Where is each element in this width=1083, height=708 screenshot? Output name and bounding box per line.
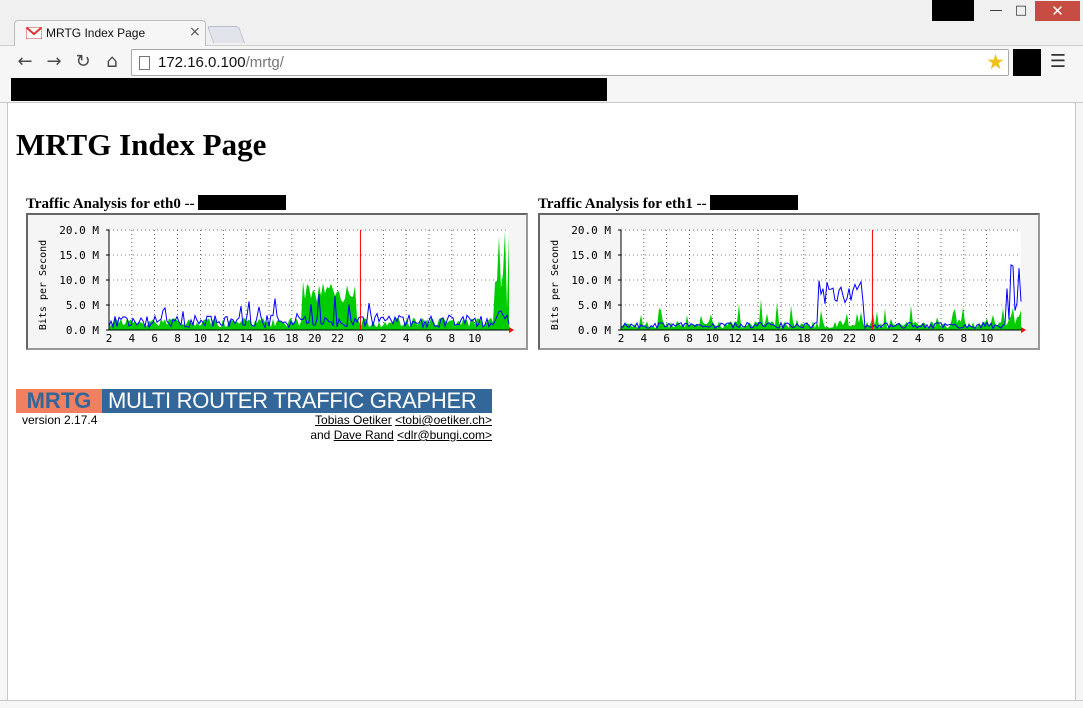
x-tick-label: 4	[915, 332, 922, 345]
x-tick-label: 6	[938, 332, 945, 345]
x-tick-label: 22	[843, 332, 856, 345]
x-tick-label: 10	[468, 332, 481, 345]
x-tick-label: 20	[308, 332, 321, 345]
minimize-button[interactable]: —	[983, 2, 1009, 20]
browser-window: MRTG Index Page × — □ ✕ ← → ↻ ⌂ 172.16.0…	[0, 0, 1083, 708]
x-tick-label: 14	[240, 332, 254, 345]
mrtg-logo-full: MULTI ROUTER TRAFFIC GRAPHER	[108, 388, 477, 413]
browser-tab[interactable]: MRTG Index Page ×	[14, 20, 206, 46]
x-tick-label: 14	[752, 332, 766, 345]
x-tick-label: 10	[194, 332, 207, 345]
browser-toolbar: ← → ↻ ⌂ 172.16.0.100/mrtg/ ★ ☰	[0, 46, 1083, 78]
y-tick-label: 20.0 M	[59, 224, 99, 237]
y-tick-label: 0.0 M	[66, 324, 99, 337]
y-tick-label: 15.0 M	[59, 249, 99, 262]
graph-heading-text: Traffic Analysis for eth1 --	[538, 196, 707, 212]
traffic-graph-eth0[interactable]: 2 4 6 8 10 12 14 16 18 20 22 0 2 4 6 8 10 20.0 M 15.0 M 10.…	[26, 213, 528, 350]
graph-heading-eth1: Traffic Analysis for eth1 --	[538, 195, 799, 213]
x-tick-label: 6	[663, 332, 670, 345]
window-frame-left	[0, 103, 8, 708]
redacted-area	[932, 0, 974, 21]
x-tick-label: 8	[449, 332, 456, 345]
tab-close-icon[interactable]: ×	[189, 24, 201, 40]
x-tick-label: 0	[357, 332, 364, 345]
version-text: version 2.17.4	[22, 413, 98, 427]
x-tick-label: 10	[980, 332, 993, 345]
x-tick-label: 16	[262, 332, 275, 345]
page-icon	[139, 56, 150, 70]
x-tick-label: 16	[774, 332, 787, 345]
x-tick-label: 20	[820, 332, 833, 345]
forward-arrow-icon[interactable]: →	[42, 50, 66, 74]
x-tick-label: 12	[729, 332, 742, 345]
traffic-graph-eth1[interactable]: 2 4 6 8 10 12 14 16 18 20 22 0 2 4 6 8 10 20.0 M 15.0 M 10.…	[538, 213, 1040, 350]
y-tick-label: 10.0 M	[59, 274, 99, 287]
x-tick-label: 10	[706, 332, 719, 345]
y-tick-label: 5.0 M	[578, 299, 611, 312]
redacted-area	[198, 195, 287, 210]
y-tick-label: 0.0 M	[578, 324, 611, 337]
x-tick-label: 0	[869, 332, 876, 345]
redacted-area	[11, 78, 607, 101]
author-link-dave[interactable]: Dave Rand	[334, 428, 394, 442]
back-arrow-icon[interactable]: ←	[13, 50, 37, 74]
maximize-button[interactable]: □	[1008, 2, 1034, 20]
redacted-area	[710, 195, 799, 210]
title-bar: MRTG Index Page × — □ ✕	[0, 0, 1083, 46]
bookmark-star-icon[interactable]: ★	[986, 50, 1005, 74]
menu-icon[interactable]: ☰	[1049, 51, 1067, 73]
author-email-tobias[interactable]: <tobi@oetiker.ch>	[395, 413, 492, 427]
author-link-tobias[interactable]: Tobias Oetiker	[315, 413, 392, 427]
new-tab-button[interactable]	[206, 26, 246, 43]
graph-heading-eth0: Traffic Analysis for eth0 --	[26, 195, 287, 213]
reload-icon[interactable]: ↻	[71, 50, 95, 74]
y-tick-label: 10.0 M	[571, 274, 611, 287]
x-tick-label: 4	[403, 332, 410, 345]
x-tick-label: 6	[151, 332, 158, 345]
redacted-area	[1013, 49, 1041, 76]
y-tick-label: 5.0 M	[66, 299, 99, 312]
mrtg-logo[interactable]: MRTG MULTI ROUTER TRAFFIC GRAPHER	[16, 389, 492, 413]
traffic-graph-svg: 2 4 6 8 10 12 14 16 18 20 22 0 2 4 6 8 10 20.0 M 15.0 M 10.…	[550, 224, 1026, 345]
window-frame-bottom	[0, 700, 1083, 708]
x-tick-label: 2	[618, 332, 625, 345]
and-text: and	[310, 428, 331, 442]
graph-heading-text: Traffic Analysis for eth0 --	[26, 196, 195, 212]
x-tick-label: 8	[174, 332, 181, 345]
x-tick-label: 4	[641, 332, 648, 345]
x-tick-label: 18	[285, 332, 298, 345]
close-window-button[interactable]: ✕	[1035, 1, 1080, 21]
x-axis-arrow-icon	[509, 327, 514, 333]
x-tick-label: 22	[331, 332, 344, 345]
url-text[interactable]: 172.16.0.100/mrtg/	[158, 54, 284, 71]
window-frame-right	[1075, 103, 1083, 708]
bookmarks-bar	[0, 78, 1083, 103]
address-bar[interactable]: 172.16.0.100/mrtg/ ★	[131, 49, 1009, 76]
x-tick-label: 18	[797, 332, 810, 345]
x-tick-label: 8	[686, 332, 693, 345]
x-tick-label: 12	[217, 332, 230, 345]
tab-title: MRTG Index Page	[46, 26, 146, 40]
traffic-graph-svg: 2 4 6 8 10 12 14 16 18 20 22 0 2 4 6 8 10 20.0 M 15.0 M 10.…	[38, 224, 514, 345]
y-axis-label: Bits per Second	[550, 240, 561, 330]
x-tick-label: 4	[129, 332, 136, 345]
x-tick-label: 2	[892, 332, 899, 345]
x-tick-label: 2	[106, 332, 113, 345]
x-tick-label: 2	[380, 332, 387, 345]
x-tick-label: 6	[426, 332, 433, 345]
page-title: MRTG Index Page	[16, 127, 267, 162]
mrtg-logo-word: MRTG	[16, 389, 102, 413]
credits: Tobias Oetiker <tobi@oetiker.ch> and Dav…	[296, 413, 492, 443]
y-tick-label: 15.0 M	[571, 249, 611, 262]
x-tick-label: 8	[961, 332, 968, 345]
y-tick-label: 20.0 M	[571, 224, 611, 237]
gmail-favicon	[26, 27, 42, 39]
author-email-dave[interactable]: <dlr@bungi.com>	[397, 428, 492, 442]
x-axis-arrow-icon	[1021, 327, 1026, 333]
y-axis-label: Bits per Second	[38, 240, 49, 330]
home-icon[interactable]: ⌂	[100, 50, 124, 74]
